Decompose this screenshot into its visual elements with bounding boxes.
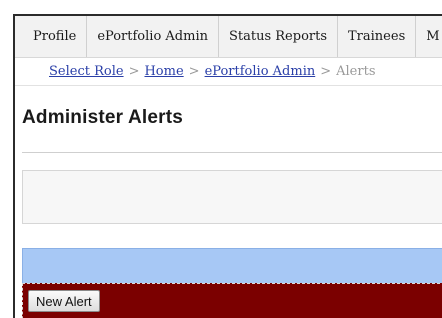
main-menu: Profile ePortfolio Admin Status Reports … xyxy=(15,16,442,58)
breadcrumb-select-role[interactable]: Select Role xyxy=(49,64,124,79)
menu-item-truncated[interactable]: M xyxy=(416,16,442,57)
breadcrumb: Select Role > Home > ePortfolio Admin > … xyxy=(15,58,442,86)
alerts-header-bar xyxy=(22,248,442,283)
breadcrumb-eportfolio-admin[interactable]: ePortfolio Admin xyxy=(205,64,316,79)
menu-item-status-reports[interactable]: Status Reports xyxy=(219,16,339,57)
breadcrumb-home[interactable]: Home xyxy=(144,64,183,79)
info-panel xyxy=(22,170,442,224)
menu-item-eportfolio-admin[interactable]: ePortfolio Admin xyxy=(87,16,219,57)
top-strip xyxy=(0,0,442,14)
title-divider xyxy=(22,152,442,153)
new-alert-button[interactable]: New Alert xyxy=(28,290,100,312)
alerts-panel: New Alert xyxy=(22,283,442,318)
breadcrumb-separator: > xyxy=(188,64,200,79)
menu-item-profile[interactable]: Profile xyxy=(15,16,88,57)
content-frame: Profile ePortfolio Admin Status Reports … xyxy=(13,14,442,318)
breadcrumb-separator: > xyxy=(320,64,332,79)
menu-item-trainees[interactable]: Trainees xyxy=(338,16,417,57)
page-title: Administer Alerts xyxy=(22,107,184,128)
breadcrumb-separator: > xyxy=(128,64,140,79)
breadcrumb-current: Alerts xyxy=(336,64,376,79)
